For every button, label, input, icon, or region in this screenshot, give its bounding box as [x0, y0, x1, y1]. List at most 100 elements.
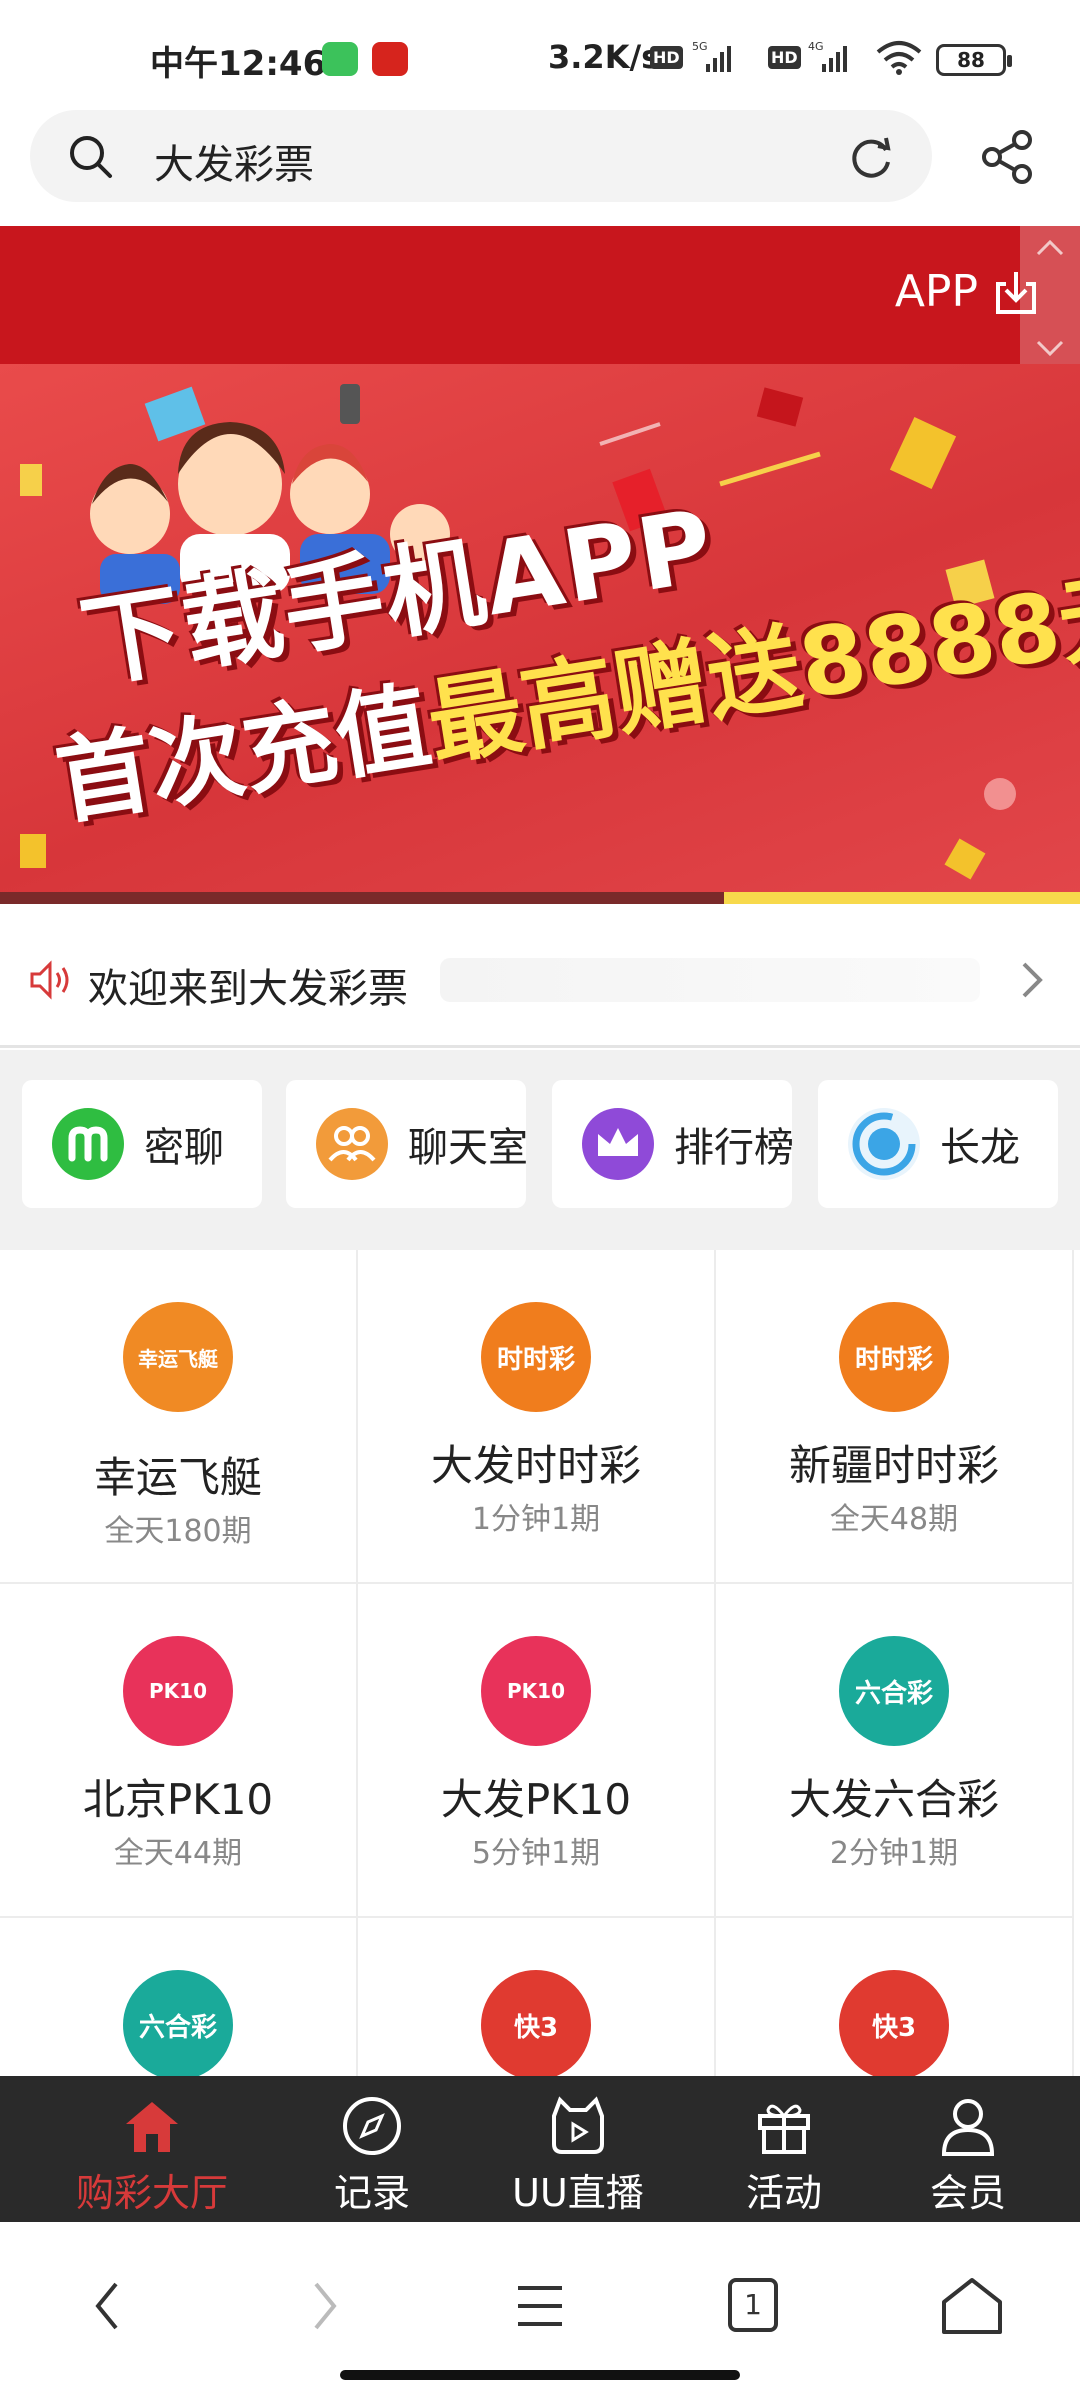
- lottery-logo-icon: 快3: [839, 1970, 949, 2076]
- lottery-logo-icon: 时时彩: [839, 1302, 949, 1412]
- status-bar: 中午12:46 3.2K/s HD 5G HD 4G 88: [0, 0, 1080, 110]
- lottery-logo-icon: 幸运飞艇: [123, 1302, 233, 1412]
- quick-link-label: 排行榜: [674, 1125, 794, 1171]
- network-speed: 3.2K/s: [548, 38, 661, 76]
- quick-link-label: 密聊: [144, 1125, 224, 1171]
- lottery-name: 北京PK10: [82, 1775, 274, 1824]
- share-icon[interactable]: [978, 128, 1036, 186]
- lottery-item[interactable]: PK10 大发PK10 5分钟1期: [358, 1584, 716, 1918]
- quick-links: 密聊 聊天室 排行榜 长龙: [0, 1050, 1080, 1250]
- back-icon[interactable]: [68, 2266, 148, 2346]
- lottery-schedule: 5分钟1期: [471, 1836, 601, 1871]
- quick-link-label: 长龙: [940, 1125, 1020, 1171]
- lottery-item[interactable]: 时时彩新疆时时彩全天48期: [716, 1250, 1074, 1584]
- nav-lottery-hall[interactable]: 购彩大厅: [44, 2076, 260, 2222]
- hd-badge-2: HD: [768, 46, 801, 69]
- menu-icon[interactable]: [500, 2266, 580, 2346]
- lottery-grid: 幸运飞艇 幸运飞艇 全天180期 时时彩 大发时时彩 1分钟1期 时时彩 新疆时时彩 全天48期…: [0, 1250, 1080, 2076]
- refresh-icon[interactable]: [846, 132, 896, 182]
- lottery-logo-icon: 六合彩: [123, 1970, 233, 2076]
- lottery-item[interactable]: 六合彩: [0, 1918, 358, 2076]
- browser-toolbar: 1: [0, 2222, 1080, 2400]
- app-bottom-nav: 购彩大厅 记录 UU直播 活动 会员: [0, 2076, 1080, 2222]
- crown-icon-glyph: [598, 1128, 638, 1156]
- crown-icon: [582, 1108, 654, 1180]
- speaker-icon: [30, 960, 69, 1000]
- m-chat-icon: [52, 1108, 124, 1180]
- lottery-logo-icon: 时时彩: [481, 1302, 591, 1412]
- announcement-bar[interactable]: 欢迎来到大发彩票: [0, 914, 1080, 1048]
- battery-indicator: 88: [936, 44, 1012, 76]
- signal-5g-label: 5G: [692, 40, 708, 53]
- signal-4g-label: 4G: [808, 40, 824, 53]
- lottery-item[interactable]: 快3: [358, 1918, 716, 2076]
- page-scroll-control[interactable]: [1020, 226, 1080, 370]
- site-header: APP: [0, 226, 1080, 370]
- search-query: 大发彩票: [154, 142, 314, 188]
- nav-label: 会员: [929, 2171, 1006, 2215]
- signal-5g-icon: 5G: [692, 40, 731, 72]
- search-icon: [70, 136, 112, 178]
- search-input[interactable]: 大发彩票: [30, 110, 932, 202]
- quick-link-long-dragon[interactable]: 长龙: [818, 1080, 1058, 1208]
- browser-address-row: 大发彩票: [0, 110, 1080, 226]
- lottery-schedule: 全天180期: [104, 1514, 252, 1549]
- scroll-up-icon[interactable]: [1034, 236, 1066, 260]
- quick-link-label: 聊天室: [408, 1125, 528, 1171]
- nav-label: 记录: [333, 2171, 410, 2215]
- announcement-scroll-area: [440, 958, 980, 1002]
- nav-records[interactable]: 记录: [264, 2076, 480, 2222]
- lottery-item[interactable]: 时时彩大发时时彩 1分钟1期: [358, 1250, 716, 1584]
- promo-banner[interactable]: 下载手机APP 首次充值最高赠送8888元: [0, 364, 1080, 904]
- app-download-button[interactable]: APP: [895, 266, 1040, 317]
- app-download-label: APP: [894, 266, 978, 317]
- lottery-name: 幸运飞艇: [93, 1453, 262, 1502]
- live-cat-icon: [552, 2096, 604, 2154]
- tab-count: 1: [728, 2278, 778, 2332]
- long-dragon-icon-glyph: [852, 1112, 916, 1176]
- lottery-schedule: 2分钟1期: [829, 1836, 959, 1871]
- m-chat-icon-glyph: [68, 1126, 108, 1162]
- lottery-item[interactable]: 快3: [716, 1918, 1074, 2076]
- lottery-name: 大发PK10: [440, 1775, 632, 1824]
- lottery-name: 大发时时彩: [430, 1441, 641, 1490]
- quick-link-secret-chat[interactable]: 密聊: [22, 1080, 262, 1208]
- nav-label: UU直播: [512, 2171, 644, 2215]
- browser-home-icon[interactable]: [932, 2266, 1012, 2346]
- lottery-name: 新疆时时彩: [788, 1441, 999, 1490]
- app-notification-icon: [372, 42, 408, 76]
- wechat-notification-icon: [322, 42, 358, 76]
- nav-uu-live[interactable]: UU直播: [470, 2076, 686, 2222]
- lottery-item[interactable]: PK10 北京PK10 全天44期: [0, 1584, 358, 1918]
- chatroom-icon: [316, 1108, 388, 1180]
- nav-label: 购彩大厅: [75, 2171, 228, 2215]
- long-dragon-icon: [848, 1108, 920, 1180]
- chevron-right-icon[interactable]: [1014, 960, 1050, 1000]
- lottery-name: 大发六合彩: [788, 1775, 999, 1824]
- banner-progress-fill: [723, 892, 1080, 904]
- lottery-logo-icon: PK10: [481, 1636, 591, 1746]
- hd-badge-1: HD: [650, 46, 683, 69]
- quick-link-leaderboard[interactable]: 排行榜: [552, 1080, 794, 1208]
- banner-carousel-progress: [0, 892, 1080, 904]
- chatroom-icon-glyph: [328, 1126, 376, 1162]
- home-icon: [126, 2102, 178, 2152]
- lottery-item[interactable]: 幸运飞艇 幸运飞艇 全天180期: [0, 1250, 358, 1584]
- lottery-schedule: 1分钟1期: [471, 1502, 601, 1537]
- status-time: 中午12:46: [150, 44, 327, 84]
- compass-icon: [343, 2097, 401, 2155]
- tabs-button[interactable]: 1: [714, 2266, 794, 2346]
- nav-member[interactable]: 会员: [860, 2076, 1076, 2222]
- announcement-text: 欢迎来到大发彩票: [88, 966, 408, 1012]
- scroll-down-icon[interactable]: [1034, 336, 1066, 360]
- quick-link-chatroom[interactable]: 聊天室: [286, 1080, 528, 1208]
- user-icon: [941, 2099, 995, 2156]
- lottery-item[interactable]: 六合彩大发六合彩 2分钟1期: [716, 1584, 1074, 1918]
- lottery-logo-icon: PK10: [123, 1636, 233, 1746]
- gesture-home-indicator[interactable]: [340, 2370, 740, 2380]
- wifi-icon: [876, 41, 922, 75]
- lottery-schedule: 全天48期: [829, 1502, 959, 1537]
- forward-icon[interactable]: [284, 2266, 364, 2346]
- signal-4g-icon: 4G: [808, 40, 847, 72]
- lottery-logo-icon: 六合彩: [839, 1636, 949, 1746]
